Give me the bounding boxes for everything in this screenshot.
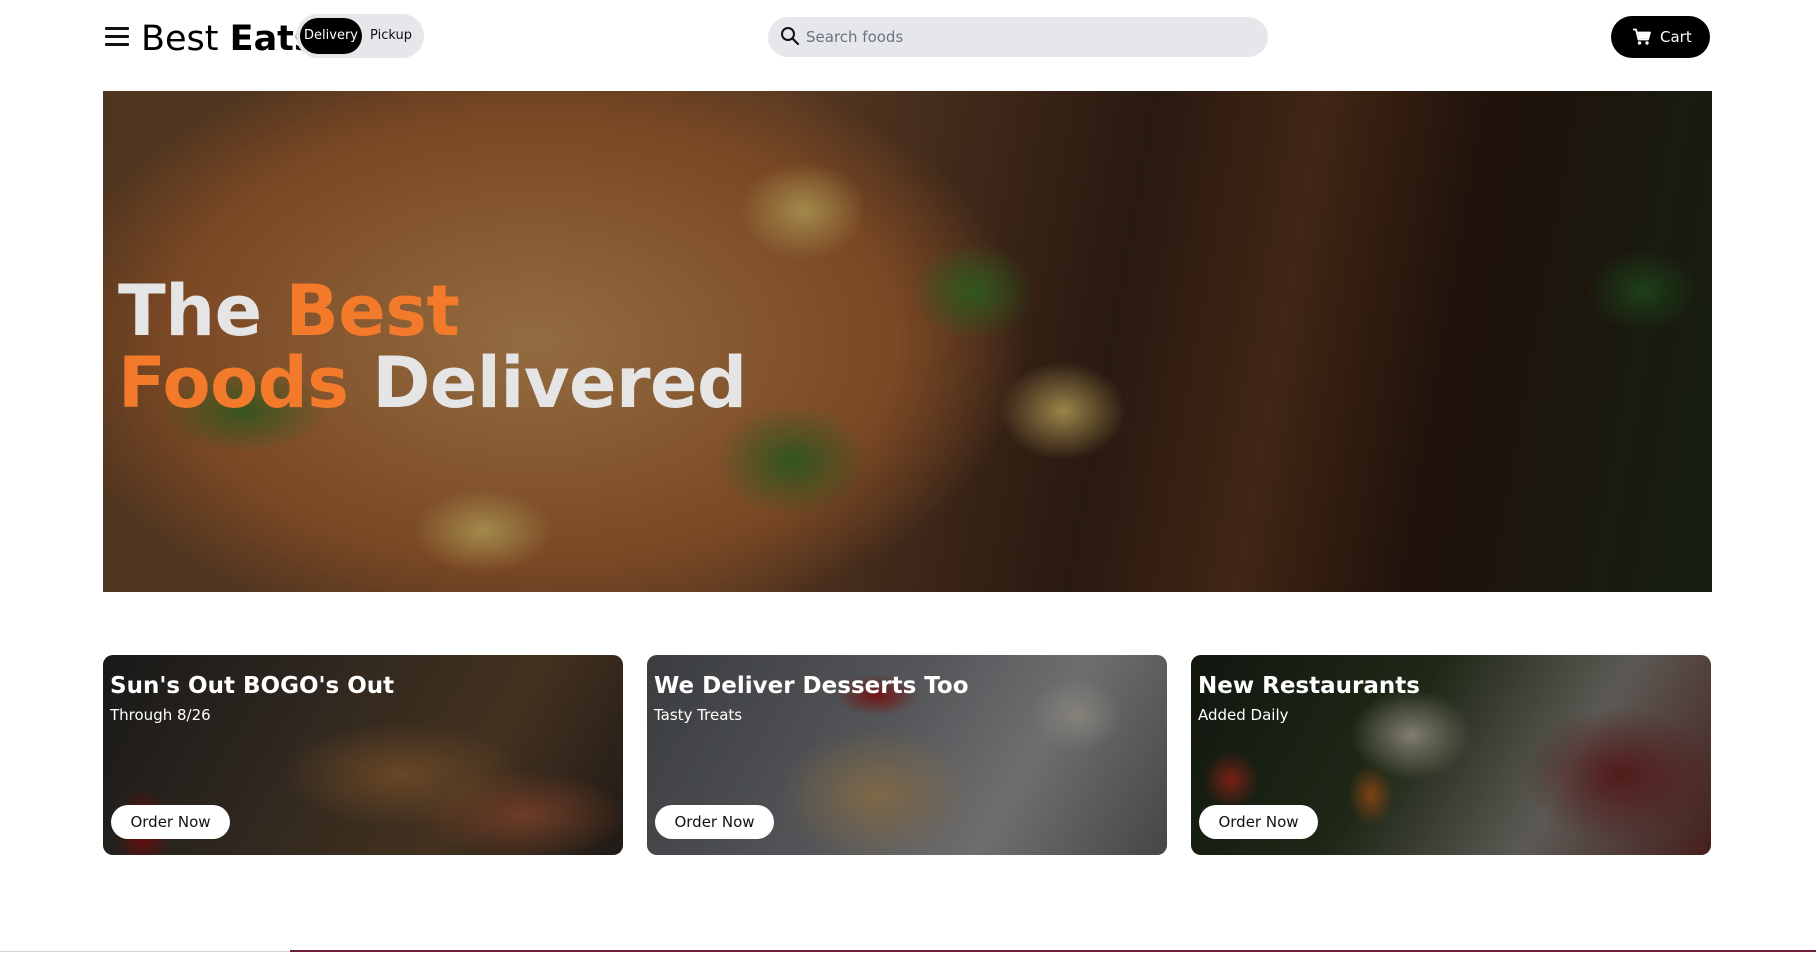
top-navbar: Best Eats Delivery Pickup Cart — [0, 0, 1816, 74]
promo-subtitle: Through 8/26 — [110, 706, 211, 724]
cart-button[interactable]: Cart — [1611, 16, 1710, 58]
pickup-option[interactable]: Pickup — [362, 18, 420, 54]
brand-logo[interactable]: Best Eats — [141, 18, 315, 60]
cart-label: Cart — [1660, 28, 1692, 46]
promo-subtitle: Tasty Treats — [654, 706, 743, 724]
hero-word-best: Best — [285, 270, 460, 352]
search-bar — [768, 17, 1268, 57]
hero-word-delivered: Delivered — [372, 342, 747, 424]
promo-subtitle: Added Daily — [1198, 706, 1289, 724]
promo-card-desserts: We Deliver Desserts Too Tasty Treats Ord… — [647, 655, 1167, 855]
hero-headline: The Best Foods Delivered — [118, 275, 747, 419]
order-now-button[interactable]: Order Now — [1199, 805, 1318, 839]
hero-word-foods: Foods — [118, 342, 349, 424]
hero-banner: The Best Foods Delivered — [103, 91, 1712, 592]
footer-divider — [290, 950, 1816, 952]
delivery-pickup-toggle: Delivery Pickup — [296, 14, 424, 58]
promo-card-bogo: Sun's Out BOGO's Out Through 8/26 Order … — [103, 655, 623, 855]
order-now-button[interactable]: Order Now — [111, 805, 230, 839]
search-input[interactable] — [806, 17, 1256, 57]
search-icon — [781, 27, 800, 46]
promo-title: New Restaurants — [1198, 673, 1420, 699]
brand-name-light: Best — [141, 19, 219, 59]
promo-title: We Deliver Desserts Too — [654, 673, 969, 699]
footer-divider-left — [0, 951, 290, 952]
promo-card-new-restaurants: New Restaurants Added Daily Order Now — [1191, 655, 1711, 855]
promo-title: Sun's Out BOGO's Out — [110, 673, 395, 699]
cart-icon — [1633, 28, 1651, 45]
order-now-button[interactable]: Order Now — [655, 805, 774, 839]
delivery-option[interactable]: Delivery — [300, 18, 362, 54]
hero-word-the: The — [118, 270, 262, 352]
hamburger-menu-icon[interactable] — [103, 24, 131, 50]
